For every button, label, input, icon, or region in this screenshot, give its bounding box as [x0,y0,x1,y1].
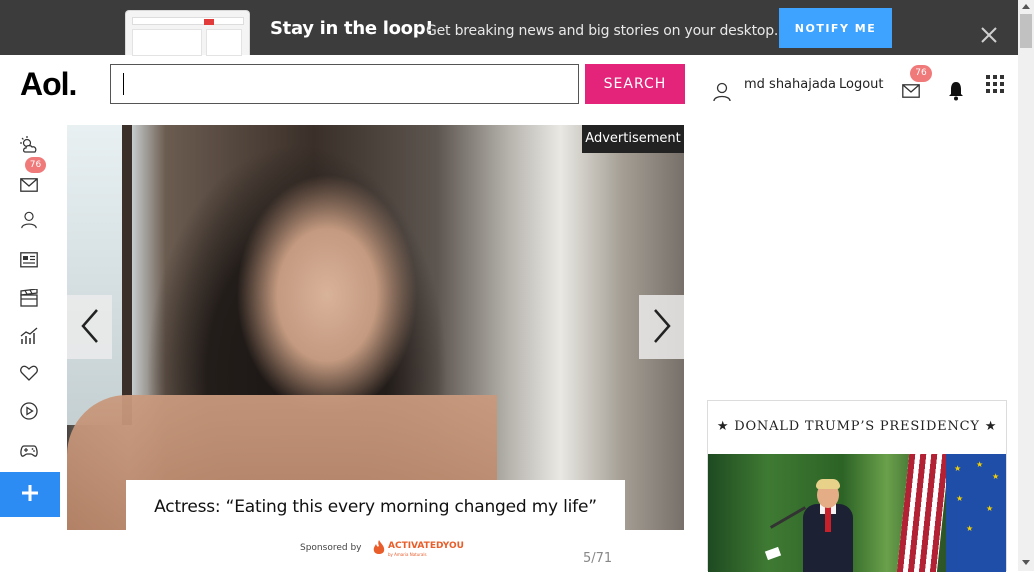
notify-me-button[interactable]: NOTIFY ME [779,8,892,48]
lifestyle-heart-icon[interactable] [20,364,38,382]
aol-logo[interactable]: Aol. [20,66,77,103]
us-flag [896,454,950,572]
sidebar-mail-badge: 76 [25,157,46,173]
sponsor-logo[interactable]: ACTIVATEDYOU by Amaria Naturals [372,540,464,558]
slideshow-image[interactable] [67,125,684,530]
widget-image[interactable]: ★ ★ ★ ★ ★ ★ [708,454,1006,572]
apps-grid-icon[interactable] [986,75,1004,93]
user-icon[interactable] [713,82,731,102]
presidency-widget[interactable]: ★ DONALD TRUMP’S PRESIDENCY ★ ★ ★ ★ ★ ★ ★ [707,400,1007,572]
logout-link[interactable]: Logout [839,77,884,92]
scroll-thumb[interactable] [1020,14,1032,48]
bell-icon[interactable] [947,81,965,101]
username[interactable]: md shahajada [744,77,836,92]
finance-icon[interactable] [20,327,38,345]
entertainment-icon[interactable] [20,289,38,307]
banner-title: Stay in the loop! [270,18,434,39]
mail-icon[interactable] [20,176,38,194]
profile-icon[interactable] [20,211,38,229]
plus-icon [22,485,38,501]
sponsor-tagline: by Amaria Naturals [388,552,427,557]
weather-icon[interactable] [20,136,38,154]
widget-title[interactable]: ★ DONALD TRUMP’S PRESIDENCY ★ [708,419,1006,434]
banner-illustration [125,10,250,56]
slide-photo-window [67,125,132,425]
advertisement-label: Advertisement [582,125,684,153]
news-icon[interactable] [20,251,38,269]
flame-icon [373,540,385,554]
chevron-right-icon [653,308,671,343]
notify-banner: Stay in the loop! Get breaking news and … [0,0,1018,56]
add-button[interactable] [0,472,60,517]
scroll-up-arrow-icon[interactable] [1022,4,1030,9]
sponsor-name: ACTIVATEDYOU [388,541,464,551]
microphone [769,506,807,529]
text-cursor [123,73,124,95]
chevron-left-icon [80,308,98,343]
paper-sheet [764,546,782,561]
previous-slide-button[interactable] [67,295,112,359]
mail-count-badge: 76 [910,65,932,82]
next-slide-button[interactable] [639,295,684,359]
video-play-icon[interactable] [20,402,38,420]
close-icon[interactable] [979,25,999,45]
slide-counter: 5/71 [583,551,613,566]
slide-caption[interactable]: Actress: “Eating this every morning chan… [126,480,625,532]
search-button[interactable]: SEARCH [585,64,685,104]
search-input[interactable] [110,64,579,104]
mail-icon[interactable] [902,84,920,98]
scrollbar[interactable] [1018,0,1034,571]
eu-flag: ★ ★ ★ ★ ★ ★ [946,454,1006,572]
sponsored-by-label: Sponsored by [300,543,362,553]
scroll-down-arrow-icon[interactable] [1022,560,1030,565]
speaker-figure [803,479,853,572]
games-controller-icon[interactable] [20,442,38,460]
banner-text: Get breaking news and big stories on you… [426,23,779,39]
